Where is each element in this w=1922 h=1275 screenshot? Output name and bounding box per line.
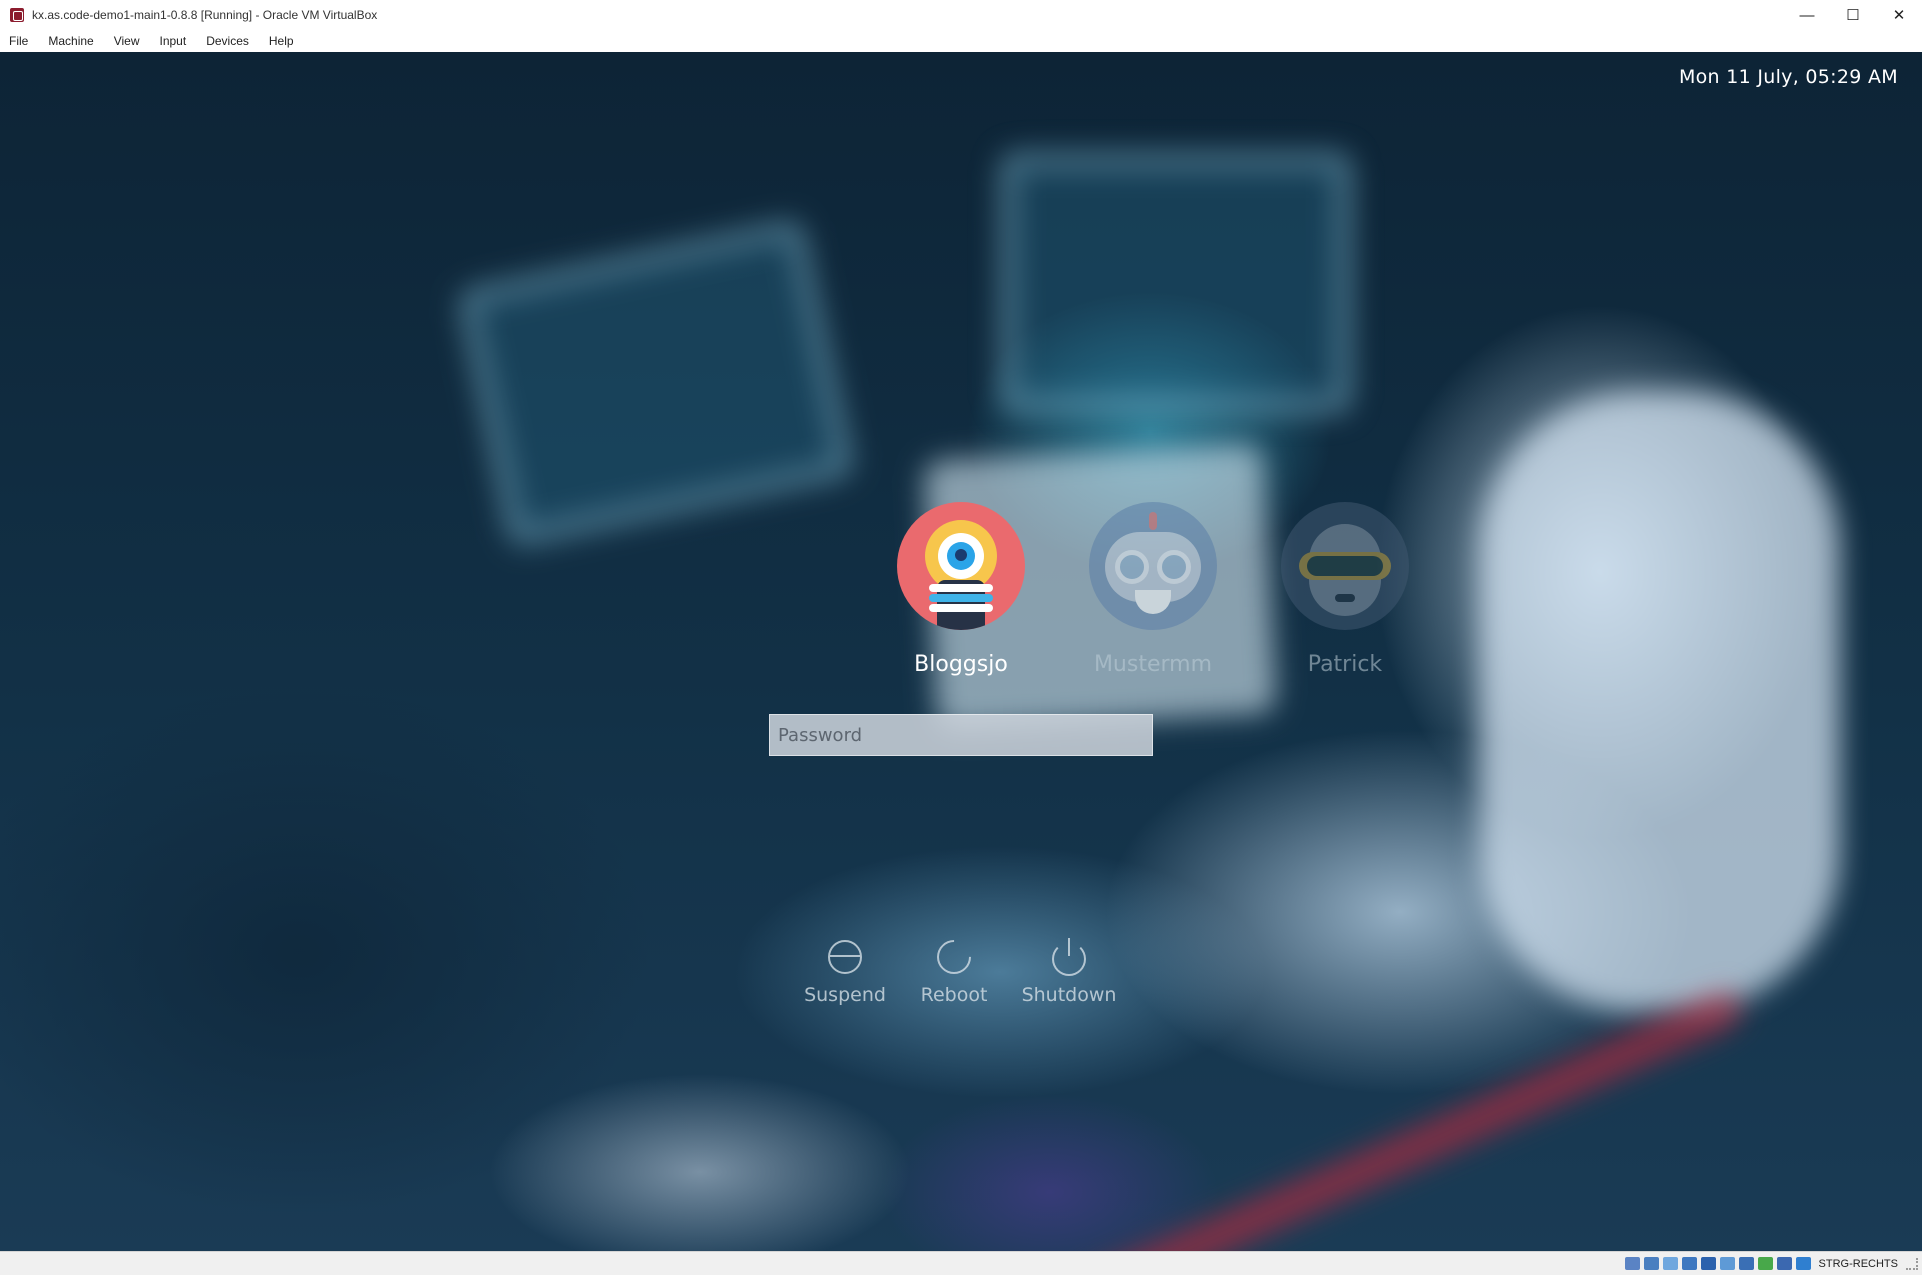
grey-robot-with-goggles-avatar[interactable] xyxy=(1089,502,1217,630)
vm-display[interactable]: Mon 11 July, 05:29 AM Bloggsjo Mustermm … xyxy=(0,52,1922,1251)
menu-file[interactable]: File xyxy=(0,34,38,48)
user-mustermm[interactable]: Mustermm xyxy=(1063,502,1243,677)
shutdown-label: Shutdown xyxy=(1021,984,1117,1006)
yellow-one-eyed-robot-avatar[interactable] xyxy=(897,502,1025,630)
shutdown-icon xyxy=(1052,938,1086,976)
hard-disk-icon[interactable] xyxy=(1624,1257,1640,1270)
audio-icon[interactable] xyxy=(1662,1257,1678,1270)
password-input[interactable] xyxy=(769,714,1153,756)
user-name: Bloggsjo xyxy=(914,652,1008,677)
window-titlebar[interactable]: kx.as.code-demo1-main1-0.8.8 [Running] -… xyxy=(0,0,1922,31)
reboot-icon xyxy=(929,932,979,982)
reboot-button[interactable]: Reboot xyxy=(894,932,1014,1006)
menu-devices[interactable]: Devices xyxy=(196,34,259,48)
network-icon[interactable] xyxy=(1681,1257,1697,1270)
mouse-integration-icon[interactable] xyxy=(1795,1257,1811,1270)
menu-help[interactable]: Help xyxy=(259,34,304,48)
display-icon[interactable] xyxy=(1738,1257,1754,1270)
virtualbox-app-icon xyxy=(10,8,24,22)
host-key-label: STRG-RECHTS xyxy=(1818,1257,1898,1270)
recording-icon[interactable] xyxy=(1757,1257,1773,1270)
robot-with-vr-visor-avatar[interactable] xyxy=(1281,502,1409,630)
shutdown-button[interactable]: Shutdown xyxy=(1009,938,1129,1006)
resize-grip[interactable] xyxy=(1906,1257,1918,1270)
shared-folder-icon[interactable] xyxy=(1719,1257,1735,1270)
user-list: Bloggsjo Mustermm Patrick xyxy=(0,52,1922,1251)
statusbar: STRG-RECHTS xyxy=(0,1251,1922,1275)
maximize-button[interactable]: ☐ xyxy=(1830,0,1876,30)
menu-view[interactable]: View xyxy=(104,34,150,48)
optical-drive-icon[interactable] xyxy=(1643,1257,1659,1270)
suspend-icon xyxy=(828,940,862,974)
menu-machine[interactable]: Machine xyxy=(38,34,103,48)
user-name: Mustermm xyxy=(1093,652,1213,677)
user-name: Patrick xyxy=(1307,652,1383,677)
reboot-label: Reboot xyxy=(920,984,988,1006)
menu-input[interactable]: Input xyxy=(150,34,197,48)
user-patrick[interactable]: Patrick xyxy=(1255,502,1435,677)
usb-icon[interactable] xyxy=(1700,1257,1716,1270)
menubar: File Machine View Input Devices Help xyxy=(0,30,1922,52)
suspend-button[interactable]: Suspend xyxy=(785,940,905,1006)
suspend-label: Suspend xyxy=(804,984,886,1006)
minimize-button[interactable]: — xyxy=(1784,0,1830,30)
window-title: kx.as.code-demo1-main1-0.8.8 [Running] -… xyxy=(32,8,378,22)
user-bloggsjo[interactable]: Bloggsjo xyxy=(871,502,1051,677)
cpu-icon[interactable] xyxy=(1776,1257,1792,1270)
close-button[interactable]: ✕ xyxy=(1876,0,1922,30)
